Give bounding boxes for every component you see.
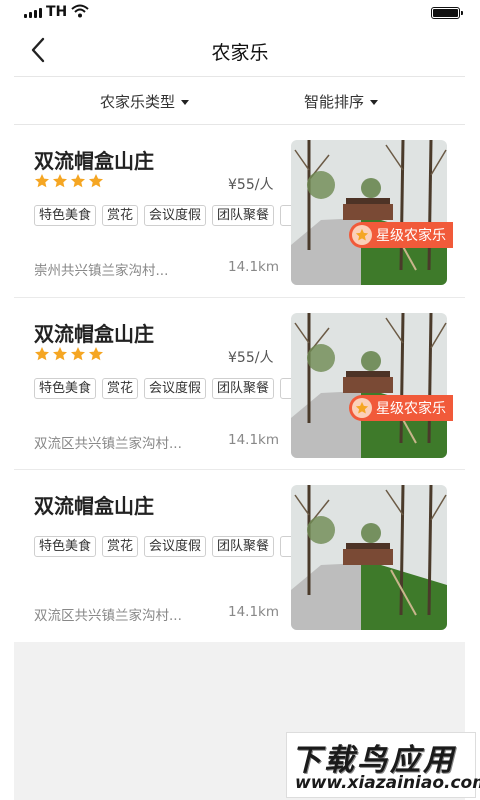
star-icon bbox=[71, 174, 85, 188]
listing-photo bbox=[291, 313, 447, 458]
star-level-badge: 星级农家乐 bbox=[349, 222, 453, 248]
status-bar: TH bbox=[0, 0, 480, 24]
watermark-url: www.xiazainiao.com bbox=[295, 773, 480, 793]
distance: 14.1km bbox=[228, 604, 280, 620]
address: 双流区共兴镇兰家沟村... bbox=[34, 608, 182, 624]
page-title: 农家乐 bbox=[211, 42, 269, 64]
star-icon bbox=[53, 174, 67, 188]
star-rating bbox=[34, 173, 104, 189]
tag-list: 特色美食 赏花 会议度假 团队聚餐 bbox=[34, 536, 292, 560]
distance: 14.1km bbox=[228, 432, 280, 448]
wifi-icon bbox=[71, 4, 89, 18]
tag: 会议度假 bbox=[144, 205, 207, 226]
carrier-label: TH bbox=[46, 4, 68, 20]
listing-name: 双流帽盒山庄 bbox=[34, 494, 154, 518]
tag-list: 特色美食 赏花 会议度假 团队聚餐 bbox=[34, 378, 292, 402]
address: 崇州共兴镇兰家沟村... bbox=[34, 263, 169, 279]
signal-icon bbox=[24, 8, 42, 18]
star-icon bbox=[89, 174, 103, 188]
tag: 团队聚餐 bbox=[212, 536, 275, 557]
listing-name: 双流帽盒山庄 bbox=[34, 149, 154, 173]
filter-type-dropdown[interactable]: 农家乐类型 bbox=[100, 91, 190, 112]
caret-down-icon bbox=[181, 99, 190, 105]
star-level-badge: 星级农家乐 bbox=[349, 395, 453, 421]
tag: 会议度假 bbox=[144, 536, 207, 557]
star-icon bbox=[71, 347, 85, 361]
star-icon bbox=[35, 347, 49, 361]
star-icon bbox=[89, 347, 103, 361]
crown-star-icon bbox=[352, 225, 372, 245]
price: ¥55/人 bbox=[228, 177, 274, 193]
filter-type-label: 农家乐类型 bbox=[100, 93, 176, 111]
sort-dropdown[interactable]: 智能排序 bbox=[304, 91, 379, 112]
nav-bar: 农家乐 bbox=[0, 24, 480, 76]
sort-label: 智能排序 bbox=[304, 93, 365, 111]
address: 双流区共兴镇兰家沟村... bbox=[34, 436, 182, 452]
price: ¥55/人 bbox=[228, 350, 274, 366]
distance: 14.1km bbox=[228, 259, 280, 275]
tag: 赏花 bbox=[102, 205, 139, 226]
watermark-logo: 下载鸟应用 www.xiazainiao.com bbox=[286, 732, 480, 798]
listing-card[interactable]: 双流帽盒山庄 ¥55/人 特色美食 赏花 会议度假 团队聚餐 崇州共兴镇兰家沟村… bbox=[14, 125, 465, 297]
badge-label: 星级农家乐 bbox=[376, 401, 446, 417]
tag: 赏花 bbox=[102, 378, 139, 399]
listing-photo bbox=[291, 485, 447, 630]
tag-list: 特色美食 赏花 会议度假 团队聚餐 bbox=[34, 205, 292, 229]
tag: 赏花 bbox=[102, 536, 139, 557]
star-icon bbox=[53, 347, 67, 361]
listing-card[interactable]: 双流帽盒山庄 ¥55/人 特色美食 赏花 会议度假 团队聚餐 双流区共兴镇兰家沟… bbox=[14, 298, 465, 470]
tag: 特色美食 bbox=[34, 205, 97, 226]
page: TH 农家乐 农家乐类型 智能排序 双流帽盒山庄 ¥55/人 特色美食 赏花 会… bbox=[0, 0, 480, 800]
badge-label: 星级农家乐 bbox=[376, 228, 446, 244]
star-rating bbox=[34, 346, 104, 362]
battery-icon bbox=[431, 7, 463, 19]
tag: 特色美食 bbox=[34, 536, 97, 557]
caret-down-icon bbox=[370, 99, 379, 105]
filter-bar: 农家乐类型 智能排序 bbox=[0, 77, 480, 124]
listing-photo bbox=[291, 140, 447, 285]
tag: 团队聚餐 bbox=[212, 378, 275, 399]
tag: 团队聚餐 bbox=[212, 205, 275, 226]
listing-name: 双流帽盒山庄 bbox=[34, 322, 154, 346]
tag: 特色美食 bbox=[34, 378, 97, 399]
tag: 会议度假 bbox=[144, 378, 207, 399]
crown-star-icon bbox=[352, 398, 372, 418]
star-icon bbox=[35, 174, 49, 188]
listing-card[interactable]: 双流帽盒山庄 特色美食 赏花 会议度假 团队聚餐 双流区共兴镇兰家沟村... 1… bbox=[14, 470, 465, 642]
